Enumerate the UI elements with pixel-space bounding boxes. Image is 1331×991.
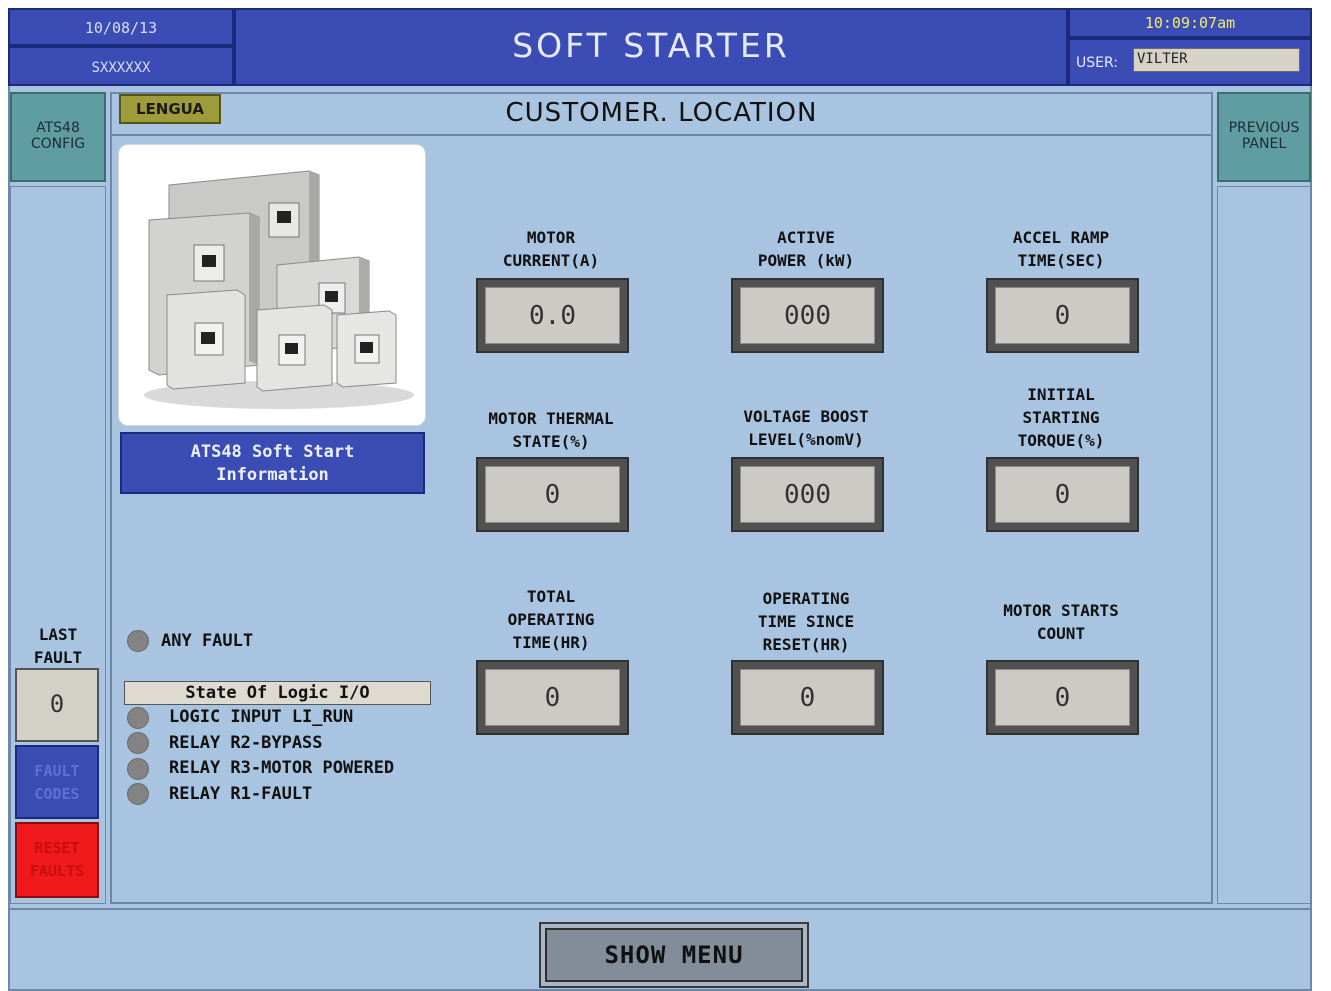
user-panel: USER: VILTER bbox=[1068, 38, 1312, 86]
location-title: CUSTOMER. LOCATION bbox=[505, 98, 818, 128]
r3-motor-powered-led bbox=[127, 758, 149, 780]
initial-starting-torque-display: 0 bbox=[986, 457, 1139, 532]
fault-codes-button[interactable]: FAULT CODES bbox=[15, 745, 99, 819]
total-operating-time-value: 0 bbox=[485, 669, 620, 726]
active-power-display: 000 bbox=[731, 278, 884, 353]
io-item-li-run: LOGIC INPUT LI_RUN bbox=[169, 707, 354, 727]
date-display: 10/08/13 bbox=[8, 8, 234, 46]
soft-starter-image bbox=[144, 170, 414, 409]
voltage-boost-level-value: 000 bbox=[740, 466, 875, 523]
screen-title: SOFT STARTER bbox=[512, 26, 790, 65]
operating-time-since-reset-display: 0 bbox=[731, 660, 884, 735]
right-rail bbox=[1217, 186, 1311, 904]
voltage-boost-level-display: 000 bbox=[731, 457, 884, 532]
show-menu-button[interactable]: SHOW MENU bbox=[545, 928, 803, 982]
initial-starting-torque-value: 0 bbox=[995, 466, 1130, 523]
screen-title-bar: SOFT STARTER bbox=[234, 8, 1068, 86]
io-item-r3-motor-powered: RELAY R3-MOTOR POWERED bbox=[169, 758, 395, 778]
io-item-r2-bypass: RELAY R2-BYPASS bbox=[169, 733, 323, 753]
motor-starts-count-value: 0 bbox=[995, 669, 1130, 726]
active-power-value: 000 bbox=[740, 287, 875, 344]
initial-starting-torque-label: INITIAL STARTING TORQUE(%) bbox=[1017, 385, 1105, 450]
user-field[interactable]: VILTER bbox=[1133, 48, 1300, 72]
last-fault-display: 0 bbox=[15, 668, 99, 742]
operating-time-since-reset-label: OPERATING TIME SINCE RESET(HR) bbox=[757, 589, 855, 654]
motor-starts-count-display: 0 bbox=[986, 660, 1139, 735]
language-button[interactable]: LENGUA bbox=[119, 94, 221, 124]
total-operating-time-label: TOTAL OPERATING TIME(HR) bbox=[507, 587, 595, 652]
r2-bypass-led bbox=[127, 732, 149, 754]
r1-fault-led bbox=[127, 783, 149, 805]
reset-faults-button[interactable]: RESET FAULTS bbox=[15, 822, 99, 898]
code-text: SXXXXXX bbox=[91, 60, 151, 76]
ats48-config-button[interactable]: ATS48 CONFIG bbox=[10, 92, 106, 182]
voltage-boost-level-label: VOLTAGE BOOST LEVEL(%nomV) bbox=[743, 407, 869, 449]
motor-thermal-state-display: 0 bbox=[476, 457, 629, 532]
io-item-r1-fault: RELAY R1-FAULT bbox=[169, 784, 313, 804]
user-label: USER: bbox=[1076, 55, 1118, 71]
io-state-header: State Of Logic I/O bbox=[124, 681, 431, 705]
motor-thermal-state-value: 0 bbox=[485, 466, 620, 523]
any-fault-led bbox=[127, 630, 149, 652]
accel-ramp-time-value: 0 bbox=[995, 287, 1130, 344]
any-fault-label: ANY FAULT bbox=[161, 631, 254, 651]
operating-time-since-reset-value: 0 bbox=[740, 669, 875, 726]
accel-ramp-time-display: 0 bbox=[986, 278, 1139, 353]
motor-thermal-state-label: MOTOR THERMAL STATE(%) bbox=[488, 409, 614, 451]
previous-panel-label: PREVIOUS PANEL bbox=[1228, 120, 1300, 152]
location-bar: CUSTOMER. LOCATION bbox=[110, 92, 1213, 136]
time-display: 10:09:07am bbox=[1068, 8, 1312, 38]
li-run-led bbox=[127, 707, 149, 729]
ats48-config-label: ATS48 CONFIG bbox=[30, 120, 86, 152]
last-fault-label: LAST FAULT bbox=[33, 625, 83, 667]
motor-current-label: MOTOR CURRENT(A) bbox=[502, 228, 600, 270]
time-text: 10:09:07am bbox=[1144, 14, 1236, 32]
accel-ramp-time-label: ACCEL RAMP TIME(SEC) bbox=[1012, 228, 1110, 270]
total-operating-time-display: 0 bbox=[476, 660, 629, 735]
footer-divider bbox=[10, 908, 1312, 910]
ats48-info-button[interactable]: ATS48 Soft Start Information bbox=[120, 432, 425, 494]
motor-current-display: 0.0 bbox=[476, 278, 629, 353]
product-image-card bbox=[118, 144, 426, 426]
code-display: SXXXXXX bbox=[8, 46, 234, 86]
motor-current-value: 0.0 bbox=[485, 287, 620, 344]
previous-panel-button[interactable]: PREVIOUS PANEL bbox=[1217, 92, 1311, 182]
date-text: 10/08/13 bbox=[84, 19, 158, 37]
active-power-label: ACTIVE POWER (kW) bbox=[757, 228, 855, 270]
motor-starts-count-label: MOTOR STARTS COUNT bbox=[1003, 601, 1119, 643]
